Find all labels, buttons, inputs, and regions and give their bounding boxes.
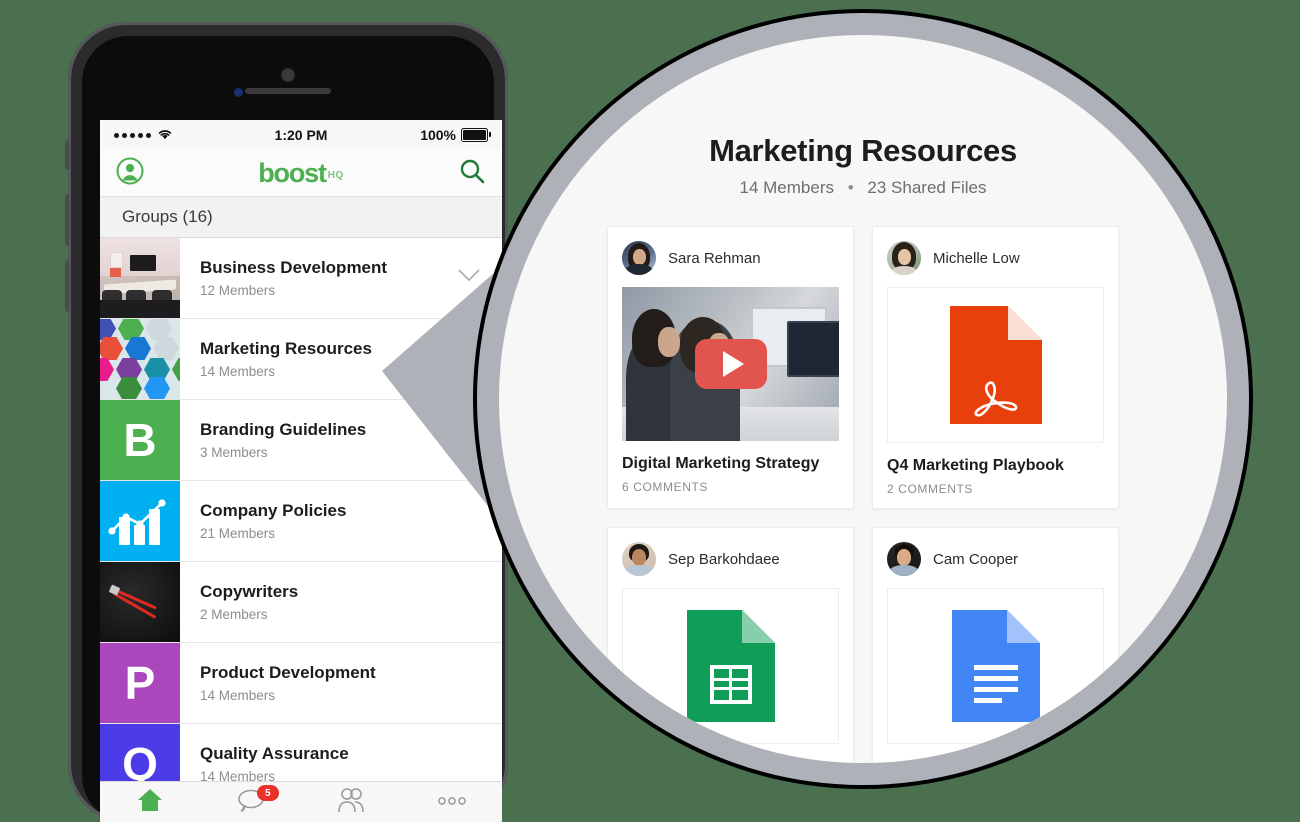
letter-tile-label: B bbox=[123, 414, 157, 466]
chevron-down-icon[interactable] bbox=[458, 269, 480, 287]
group-row-copywriters[interactable]: Copywriters 2 Members bbox=[100, 562, 502, 643]
file-card-digital-marketing-strategy[interactable]: Sara Rehman Digital Marketing Strategy 6… bbox=[607, 226, 854, 509]
earpiece-speaker bbox=[245, 88, 331, 94]
letter-tile-B: B bbox=[100, 400, 180, 480]
marketing-icons-thumbnail bbox=[100, 319, 180, 399]
card-header: Sep Barkohdaee bbox=[622, 542, 839, 576]
status-bar: 1:20 PM 100% bbox=[100, 120, 502, 150]
proximity-sensor-icon bbox=[234, 88, 243, 97]
phone-device: 1:20 PM 100% boost HQ Groups (16) Busine… bbox=[65, 22, 508, 822]
card-title: Digital Marketing Strategy bbox=[622, 455, 820, 472]
group-row-text: Company Policies 21 Members bbox=[180, 481, 502, 561]
card-author: Michelle Low bbox=[933, 249, 1020, 267]
magnified-group-detail: Marketing Resources 14 Members • 23 Shar… bbox=[477, 13, 1249, 785]
google-sheets-icon[interactable] bbox=[622, 588, 839, 744]
card-author: Sep Barkohdaee bbox=[668, 550, 780, 568]
group-name: Quality Assurance bbox=[200, 743, 349, 763]
avatar-sara-rehman bbox=[622, 241, 656, 275]
office-photo-thumbnail bbox=[100, 238, 180, 318]
card-header: Michelle Low bbox=[887, 241, 1104, 275]
group-members: 12 Members bbox=[200, 283, 276, 299]
app-logo: boost HQ bbox=[258, 157, 344, 188]
home-tab[interactable] bbox=[100, 782, 201, 822]
group-detail-members: 14 Members bbox=[739, 178, 834, 197]
group-row-business-development[interactable]: Business Development 12 Members bbox=[100, 238, 502, 319]
card-header: Sara Rehman bbox=[622, 241, 839, 275]
group-members: 14 Members bbox=[200, 364, 276, 380]
group-row-company-policies[interactable]: Company Policies 21 Members bbox=[100, 481, 502, 562]
status-bar-right: 100% bbox=[420, 127, 491, 143]
group-row-text: Copywriters 2 Members bbox=[180, 562, 502, 642]
file-card-q4-marketing-playbook[interactable]: Michelle Low Q4 Marketing Playbook 2 COM bbox=[872, 226, 1119, 509]
card-author: Sara Rehman bbox=[668, 249, 761, 267]
group-row-text: Branding Guidelines 3 Members bbox=[180, 400, 502, 480]
volume-up-button[interactable] bbox=[65, 194, 69, 246]
file-card-cam-cooper[interactable]: Cam Cooper bbox=[872, 527, 1119, 763]
card-comments-count[interactable]: 6 COMMENTS bbox=[622, 480, 839, 494]
volume-down-button[interactable] bbox=[65, 260, 69, 312]
letter-tile-label: P bbox=[124, 657, 156, 709]
groups-list: Business Development 12 Members Marketin… bbox=[100, 238, 502, 805]
card-author: Cam Cooper bbox=[933, 550, 1019, 568]
more-dots-icon bbox=[436, 793, 468, 811]
app-logo-text: boost bbox=[258, 157, 327, 188]
letter-tile-P: P bbox=[100, 643, 180, 723]
group-members: 21 Members bbox=[200, 526, 276, 542]
people-icon bbox=[336, 787, 366, 818]
groups-section-header: Groups (16) bbox=[100, 197, 502, 238]
group-name: Business Development bbox=[200, 257, 388, 277]
group-detail-subtitle: 14 Members • 23 Shared Files bbox=[740, 178, 987, 198]
group-row-text: Product Development 14 Members bbox=[180, 643, 502, 723]
battery-percent-label: 100% bbox=[420, 127, 456, 143]
avatar-sep-barkohdaee bbox=[622, 542, 656, 576]
group-name: Product Development bbox=[200, 662, 376, 682]
chat-tab[interactable]: 5 bbox=[201, 782, 302, 822]
chat-unread-badge: 5 bbox=[256, 785, 279, 801]
group-name: Copywriters bbox=[200, 581, 299, 601]
group-name: Company Policies bbox=[200, 500, 347, 520]
app-logo-suffix: HQ bbox=[327, 169, 344, 181]
card-header: Cam Cooper bbox=[887, 542, 1104, 576]
more-tab[interactable] bbox=[402, 782, 503, 822]
play-button-icon[interactable] bbox=[694, 339, 767, 389]
home-icon bbox=[136, 787, 164, 818]
pdf-file-icon[interactable] bbox=[887, 287, 1104, 443]
group-members: 2 Members bbox=[200, 607, 268, 623]
group-row-product-development[interactable]: P Product Development 14 Members bbox=[100, 643, 502, 724]
bar-chart-tile bbox=[100, 481, 180, 561]
screenshot-stage: 1:20 PM 100% boost HQ Groups (16) Busine… bbox=[0, 0, 1300, 822]
app-nav-bar: boost HQ bbox=[100, 150, 502, 197]
card-title: Q4 Marketing Playbook bbox=[887, 457, 1064, 474]
group-row-text: Marketing Resources 14 Members bbox=[180, 319, 502, 399]
file-card-sep-barkohdaee[interactable]: Sep Barkohdaee bbox=[607, 527, 854, 763]
avatar-michelle-low bbox=[887, 241, 921, 275]
group-detail-files: 23 Shared Files bbox=[867, 178, 987, 197]
group-row-text: Business Development 12 Members bbox=[180, 238, 502, 318]
battery-full-icon bbox=[461, 128, 491, 142]
shared-files-grid: Sara Rehman Digital Marketing Strategy 6… bbox=[607, 226, 1119, 763]
google-docs-icon[interactable] bbox=[887, 588, 1104, 744]
red-pencils-photo bbox=[100, 562, 180, 642]
group-row-marketing-resources[interactable]: Marketing Resources 14 Members bbox=[100, 319, 502, 400]
magnified-content: Marketing Resources 14 Members • 23 Shar… bbox=[499, 35, 1227, 763]
subtitle-separator: • bbox=[847, 178, 854, 197]
profile-avatar-icon[interactable] bbox=[116, 157, 144, 190]
people-tab[interactable] bbox=[301, 782, 402, 822]
group-name: Branding Guidelines bbox=[200, 419, 367, 439]
card-comments-count[interactable]: 2 COMMENTS bbox=[887, 482, 1104, 496]
group-members: 3 Members bbox=[200, 445, 268, 461]
front-camera-icon bbox=[282, 69, 294, 81]
search-icon[interactable] bbox=[458, 157, 486, 190]
group-members: 14 Members bbox=[200, 688, 276, 704]
phone-screen: 1:20 PM 100% boost HQ Groups (16) Busine… bbox=[100, 120, 502, 822]
avatar-cam-cooper bbox=[887, 542, 921, 576]
group-name: Marketing Resources bbox=[200, 338, 372, 358]
group-row-branding-guidelines[interactable]: B Branding Guidelines 3 Members bbox=[100, 400, 502, 481]
bottom-tab-bar: 5 bbox=[100, 781, 502, 822]
video-thumbnail[interactable] bbox=[622, 287, 839, 441]
mute-switch[interactable] bbox=[65, 140, 69, 170]
group-detail-title: Marketing Resources bbox=[709, 133, 1017, 168]
